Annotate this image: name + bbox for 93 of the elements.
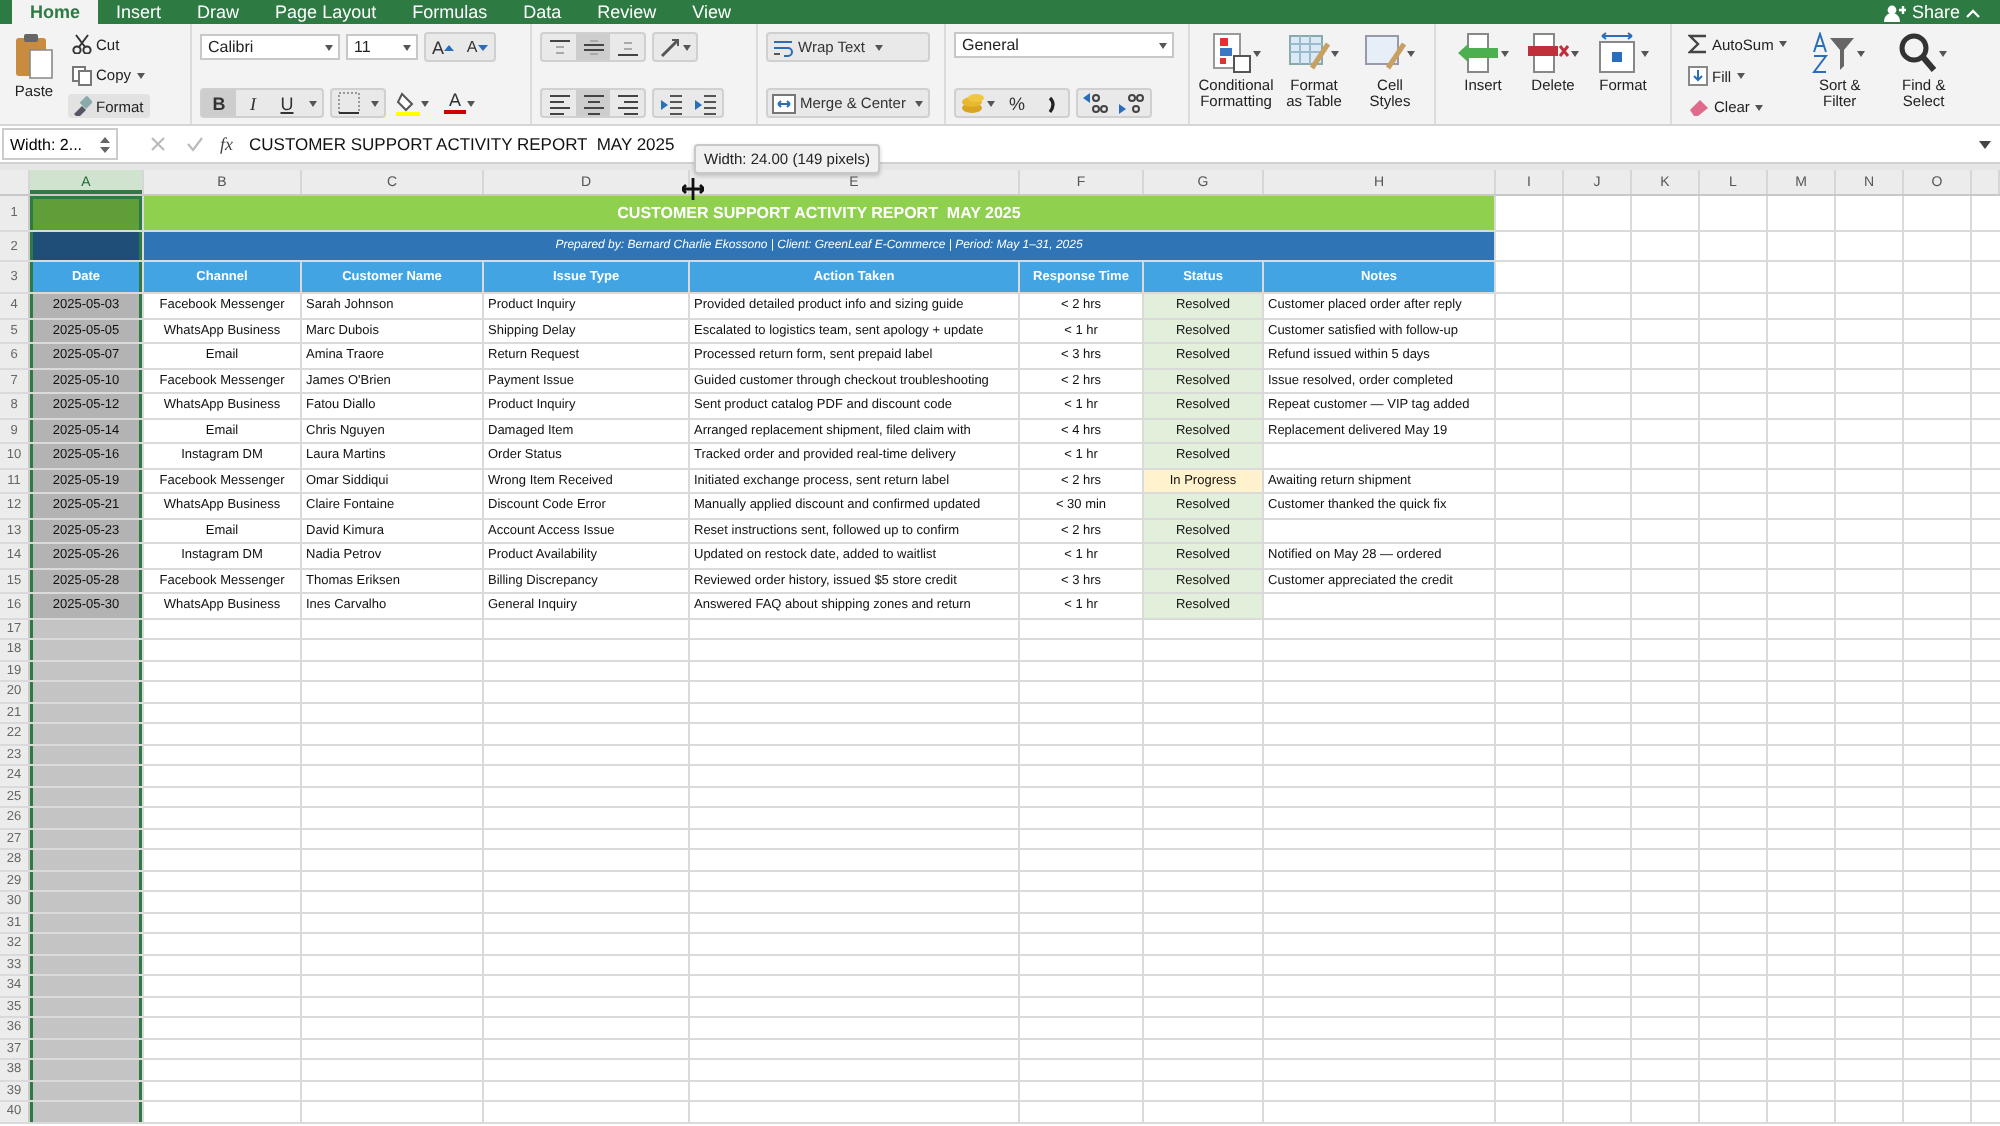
fill-down-icon: [1688, 66, 1708, 86]
ribbon-tab[interactable]: Data: [505, 0, 580, 24]
formula-content[interactable]: CUSTOMER SUPPORT ACTIVITY REPORT MAY 2025: [249, 134, 675, 154]
caret-icon: [420, 99, 430, 107]
caret-icon: [1938, 49, 1949, 57]
borders-icon: [338, 92, 360, 114]
format-cells-icon: [1596, 32, 1640, 74]
align-right-icon: [615, 91, 639, 115]
caret-icon: [913, 99, 924, 107]
angled-text-icon: [658, 35, 682, 59]
sigma-icon: [1688, 34, 1708, 54]
expand-caret-icon[interactable]: [1978, 139, 1992, 149]
caret-icon: [682, 43, 692, 51]
caret-icon: [1406, 49, 1416, 57]
caret-icon: [324, 43, 334, 51]
ribbon-tab[interactable]: Home: [12, 0, 99, 24]
font-name-field[interactable]: Calibri: [200, 34, 340, 60]
insert-function-button[interactable]: fx: [220, 134, 233, 154]
grow-font-button[interactable]: A: [426, 34, 460, 60]
cancel-icon: [150, 136, 166, 152]
italic-button[interactable]: I: [236, 90, 270, 116]
caret-icon: [1570, 49, 1580, 57]
coins-icon: [960, 92, 986, 114]
caret-icon: [1777, 40, 1788, 48]
caret-icon: [1158, 41, 1168, 49]
caret-icon: [873, 43, 883, 51]
align-center-button[interactable]: [576, 90, 610, 116]
wrap-text-icon: [772, 37, 794, 57]
caret-icon: [986, 99, 996, 107]
name-box[interactable]: Width: 2...: [2, 128, 118, 160]
chevron-up-icon: [1966, 7, 1980, 17]
decrease-decimal-icon: [1118, 92, 1146, 114]
font-color-button[interactable]: A: [440, 92, 480, 114]
borders-button[interactable]: [332, 90, 366, 116]
caret-icon: [1252, 49, 1262, 57]
ribbon-tab[interactable]: Review: [579, 0, 675, 24]
caret-icon: [1856, 49, 1867, 57]
shrink-font-button[interactable]: A: [460, 34, 494, 60]
clipboard-icon: [12, 32, 56, 80]
paintbrush-icon: [72, 96, 92, 116]
share-button[interactable]: Share: [1871, 0, 2000, 24]
ribbon-tab[interactable]: Formulas: [394, 0, 506, 24]
caret-icon: [1753, 103, 1764, 111]
increase-decimal-icon: [1082, 92, 1110, 114]
spinner-icon: [100, 135, 110, 153]
caret-icon: [135, 71, 146, 79]
currency-button[interactable]: [956, 90, 1000, 116]
table-brush-icon: [1288, 32, 1330, 74]
search-icon: [1898, 32, 1939, 74]
caret-icon: [1500, 49, 1510, 57]
ribbon-tab[interactable]: View: [674, 0, 749, 24]
align-middle-icon: [583, 39, 603, 55]
cell-brush-icon: [1364, 32, 1406, 74]
delete-column-icon: [1526, 32, 1570, 74]
font-size-field[interactable]: 11: [346, 34, 418, 60]
caret-icon: [1735, 72, 1746, 80]
ribbon-tab[interactable]: Insert: [98, 0, 180, 24]
triangle-down-icon: [477, 43, 488, 51]
align-middle-button[interactable]: [576, 34, 610, 60]
ribbon-tab[interactable]: Page Layout: [257, 0, 395, 24]
triangle-up-icon: [444, 43, 454, 51]
caret-icon: [308, 99, 318, 107]
percent-button[interactable]: %: [1000, 90, 1034, 116]
underline-button[interactable]: U: [270, 90, 304, 116]
caret-icon: [1640, 49, 1650, 57]
align-top-icon: [549, 39, 569, 55]
increase-decimal-button[interactable]: [1078, 90, 1114, 116]
caret-icon: [466, 99, 476, 107]
number-format-field[interactable]: General: [954, 32, 1174, 58]
align-bottom-icon: [617, 39, 637, 55]
comma-icon: [1045, 93, 1057, 113]
caret-icon: [1330, 49, 1340, 57]
copy-icon: [72, 65, 92, 85]
paint-bucket-icon: [396, 91, 420, 115]
report-title: CUSTOMER SUPPORT ACTIVITY REPORT MAY 2025: [144, 196, 1496, 230]
caret-icon: [370, 99, 380, 107]
bold-button[interactable]: B: [202, 90, 236, 116]
outdent-icon: [659, 91, 683, 115]
sort-filter-icon: [1812, 32, 1857, 74]
caret-icon: [402, 43, 412, 51]
insert-column-icon: [1456, 32, 1500, 74]
conditional-format-icon: [1210, 32, 1252, 74]
align-left-icon: [547, 91, 571, 115]
decrease-decimal-button[interactable]: [1114, 90, 1150, 116]
indent-icon: [693, 91, 717, 115]
merge-cells-icon: [772, 93, 796, 113]
scissors-icon: [72, 34, 92, 54]
fill-color-button[interactable]: [392, 91, 434, 115]
eraser-icon: [1688, 98, 1710, 116]
align-center-icon: [581, 91, 605, 115]
ribbon-tab[interactable]: Draw: [179, 0, 258, 24]
checkmark-icon: [186, 136, 204, 152]
resize-cursor-icon: [682, 178, 704, 200]
